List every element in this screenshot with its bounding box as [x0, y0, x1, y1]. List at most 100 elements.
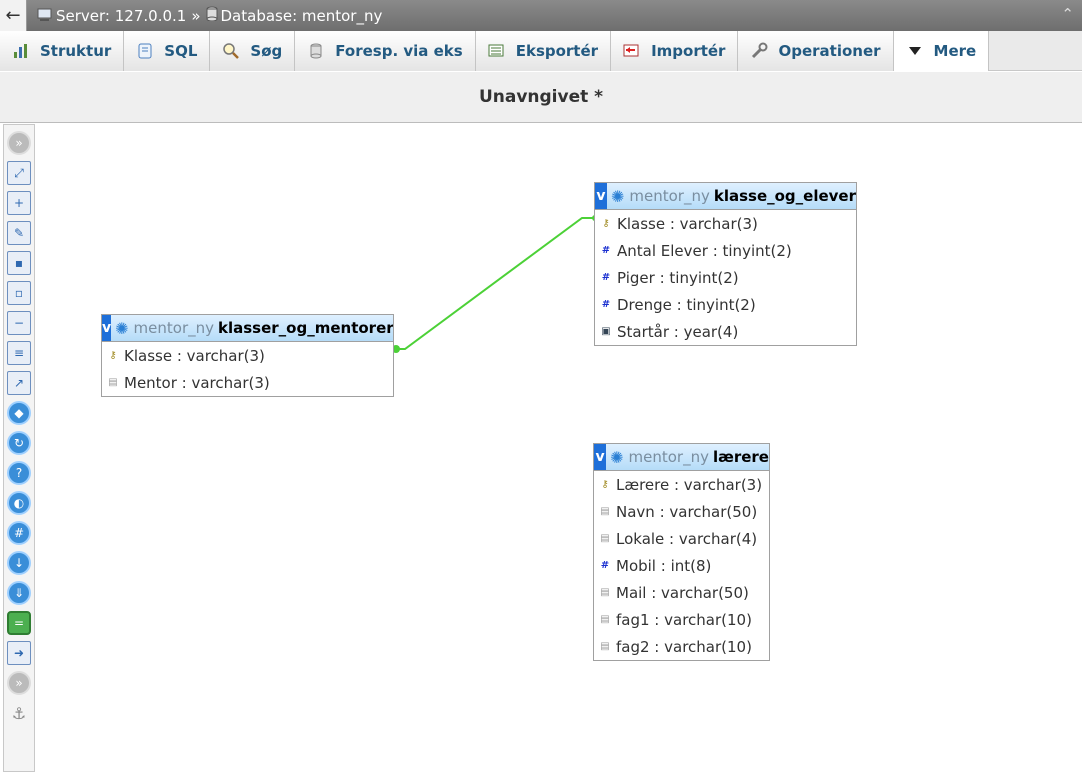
toggle-fullscreen-icon[interactable]: ⤢	[7, 161, 31, 185]
export-schema-icon[interactable]: ➜	[7, 641, 31, 665]
column-label: fag1 : varchar(10)	[616, 610, 752, 629]
gear-icon[interactable]: ✺	[611, 187, 624, 206]
create-relation-icon[interactable]: ↗	[7, 371, 31, 395]
show-menu-icon[interactable]: »	[7, 131, 31, 155]
edit-page-icon[interactable]: ✎	[7, 221, 31, 245]
pin-text-icon[interactable]: ⚓	[7, 701, 31, 725]
toggle-columns-icon[interactable]: v	[595, 183, 607, 209]
text-column-icon: ▤	[600, 641, 610, 652]
tab-search[interactable]: Søg	[210, 31, 296, 71]
column-row[interactable]: ▤ Lokale : varchar(4)	[594, 525, 769, 552]
wrench-icon	[750, 42, 768, 60]
angular-links-icon[interactable]: ◐	[7, 491, 31, 515]
small-big-all-icon[interactable]: ↓	[7, 551, 31, 575]
table-header[interactable]: v ✺ mentor_ny klasse_og_elever	[595, 183, 856, 210]
query-icon	[307, 42, 325, 60]
table-name: lærere	[712, 448, 769, 466]
column-row[interactable]: ▣ Startår : year(4)	[595, 318, 856, 345]
tab-sql[interactable]: SQL	[124, 31, 211, 71]
column-label: Navn : varchar(50)	[616, 502, 758, 521]
column-row[interactable]: ▤ Navn : varchar(50)	[594, 498, 769, 525]
column-label: Lærere : varchar(3)	[616, 475, 763, 494]
tab-menu: Struktur SQL Søg Foresp. via eks Eksport…	[0, 31, 1082, 71]
table-klasse-og-elever[interactable]: v ✺ mentor_ny klasse_og_elever ⚷ Klasse …	[594, 182, 857, 346]
tab-more[interactable]: Mere	[893, 31, 990, 71]
triangle-down-icon	[906, 42, 924, 60]
table-header[interactable]: v ✺ mentor_ny lærere	[594, 444, 769, 471]
relation-lines	[392, 215, 598, 353]
gear-icon[interactable]: ✺	[610, 448, 623, 467]
tab-struktur[interactable]: Struktur	[0, 31, 125, 71]
table-header[interactable]: v ✺ mentor_ny klasser_og_mentorer	[102, 315, 393, 342]
column-row[interactable]: ⚷ Lærere : varchar(3)	[594, 471, 769, 498]
tab-label: SQL	[164, 42, 198, 60]
designer-canvas[interactable]: v ✺ mentor_ny klasser_og_mentorer ⚷ Klas…	[36, 124, 1082, 774]
tab-export[interactable]: Eksportér	[475, 31, 612, 71]
help-icon[interactable]: ?	[7, 461, 31, 485]
column-row[interactable]: # Mobil : int(8)	[594, 552, 769, 579]
numeric-column-icon: #	[600, 560, 610, 571]
column-row[interactable]: # Drenge : tinyint(2)	[595, 291, 856, 318]
text-column-icon: ▤	[600, 587, 610, 598]
tab-label: Foresp. via eks	[335, 42, 463, 60]
table-db-name: mentor_ny	[133, 319, 215, 337]
tab-label: Mere	[933, 42, 977, 60]
tab-operations[interactable]: Operationer	[738, 31, 894, 71]
column-label: Klasse : varchar(3)	[124, 346, 265, 365]
tab-import[interactable]: Importér	[611, 31, 739, 71]
column-label: Mobil : int(8)	[616, 556, 712, 575]
column-label: Lokale : varchar(4)	[616, 529, 758, 548]
new-page-icon[interactable]: +	[7, 191, 31, 215]
column-label: Mentor : varchar(3)	[124, 373, 270, 392]
numeric-column-icon: #	[601, 299, 611, 310]
column-label: Mail : varchar(50)	[616, 583, 749, 602]
toggle-small-big-icon[interactable]: ⇓	[7, 581, 31, 605]
breadcrumb-database[interactable]: Database: mentor_ny	[221, 7, 383, 25]
date-column-icon: ▣	[601, 326, 611, 337]
column-label: Startår : year(4)	[617, 322, 739, 341]
column-row[interactable]: ▤ Mail : varchar(50)	[594, 579, 769, 606]
table-name: klasse_og_elever	[713, 187, 856, 205]
column-row[interactable]: ▤ fag1 : varchar(10)	[594, 606, 769, 633]
save-page-icon[interactable]: ▪	[7, 251, 31, 275]
sql-icon	[136, 42, 154, 60]
breadcrumb-server[interactable]: Server: 127.0.0.1	[56, 7, 186, 25]
import-icon	[623, 42, 641, 60]
save-page-as-icon[interactable]: ▫	[7, 281, 31, 305]
toggle-columns-icon[interactable]: v	[594, 444, 607, 470]
column-row[interactable]: ▤ Mentor : varchar(3)	[102, 369, 393, 396]
column-label: fag2 : varchar(10)	[616, 637, 752, 656]
delete-page-icon[interactable]: −	[7, 311, 31, 335]
table-laerere[interactable]: v ✺ mentor_ny lærere ⚷ Lærere : varchar(…	[593, 443, 770, 661]
export-icon	[488, 42, 506, 60]
page-title: Unavngivet *	[478, 87, 604, 107]
server-icon	[37, 7, 53, 25]
column-row[interactable]: # Piger : tinyint(2)	[595, 264, 856, 291]
column-row[interactable]: ⚷ Klasse : varchar(3)	[595, 210, 856, 237]
choose-display-column-icon[interactable]: ◆	[7, 401, 31, 425]
column-row[interactable]: ⚷ Klasse : varchar(3)	[102, 342, 393, 369]
table-klasser-og-mentorer[interactable]: v ✺ mentor_ny klasser_og_mentorer ⚷ Klas…	[101, 314, 394, 397]
column-row[interactable]: # Antal Elever : tinyint(2)	[595, 237, 856, 264]
breadcrumb-bar: ← Server: 127.0.0.1 » Database: mentor_n…	[0, 0, 1082, 31]
structure-icon	[12, 42, 30, 60]
text-column-icon: ▤	[600, 614, 610, 625]
collapse-icon[interactable]: ⌃	[1061, 5, 1074, 23]
numeric-column-icon: #	[601, 245, 611, 256]
back-arrow-icon[interactable]: ←	[0, 0, 27, 31]
reload-icon[interactable]: ↻	[7, 431, 31, 455]
toggle-relation-lines-icon[interactable]: =	[7, 611, 31, 635]
text-column-icon: ▤	[600, 533, 610, 544]
database-icon	[206, 6, 218, 25]
tab-query[interactable]: Foresp. via eks	[295, 31, 476, 71]
gear-icon[interactable]: ✺	[115, 319, 128, 338]
numeric-column-icon: #	[601, 272, 611, 283]
text-column-icon: ▤	[600, 506, 610, 517]
create-table-icon[interactable]: ≡	[7, 341, 31, 365]
toggle-columns-icon[interactable]: v	[102, 315, 112, 341]
move-menu-icon[interactable]: »	[7, 671, 31, 695]
table-db-name: mentor_ny	[628, 448, 709, 466]
snap-to-grid-icon[interactable]: #	[7, 521, 31, 545]
tab-label: Struktur	[40, 42, 112, 60]
column-row[interactable]: ▤ fag2 : varchar(10)	[594, 633, 769, 660]
